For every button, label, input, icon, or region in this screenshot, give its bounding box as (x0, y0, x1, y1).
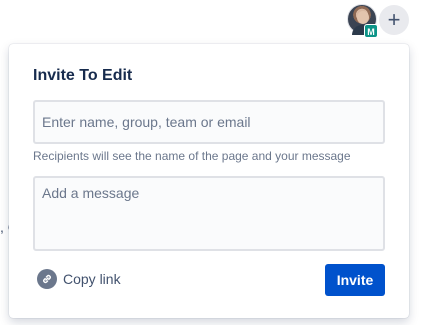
add-collaborator-button[interactable]: + (379, 5, 409, 35)
message-input[interactable] (33, 176, 385, 251)
invite-to-edit-dialog: Invite To Edit Recipients will see the n… (9, 44, 409, 318)
recipients-input[interactable] (33, 100, 385, 144)
copy-link-button[interactable]: Copy link (37, 269, 121, 289)
copy-link-label: Copy link (63, 271, 121, 287)
link-glyph (43, 274, 51, 284)
stage: , C M + Invite To Edit Recipients will s… (0, 0, 421, 325)
link-icon (37, 269, 57, 289)
recipients-helper-text: Recipients will see the name of the page… (33, 149, 351, 163)
avatar-face (357, 11, 369, 24)
dialog-title: Invite To Edit (33, 67, 133, 84)
invite-button[interactable]: Invite (325, 264, 385, 296)
avatar-badge: M (364, 24, 378, 38)
